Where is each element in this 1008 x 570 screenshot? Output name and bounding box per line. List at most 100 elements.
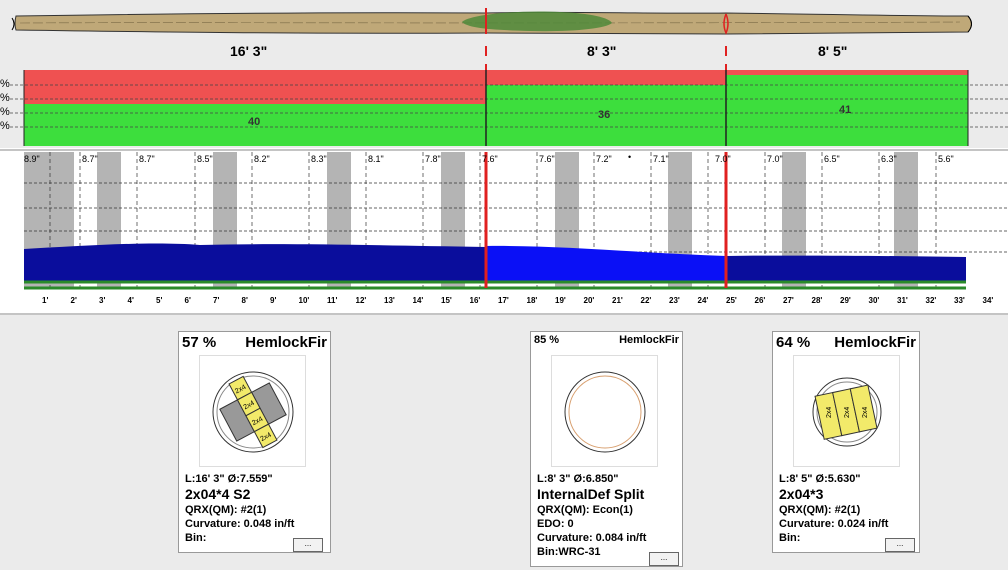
card-info: L:16' 3" Ø:7.559" 2x04*4 S2 QRX(QM): #2(… [185,472,294,545]
cut-diagram: 2x4 2x4 2x4 2x4 [199,355,306,467]
diameter-label-16: 6.3" [881,154,897,164]
foot-tick: 27' [783,296,794,305]
diameter-label-8: 7.8" [425,154,441,164]
bin: Bin: [779,532,801,544]
grade-value-3: 41 [839,104,852,116]
product-card-2[interactable]: 85 % HemlockFir L:8' 3" Ø:6.850" Interna… [530,331,683,567]
card-header: 57 % HemlockFir [182,334,327,351]
diameter-label-3: 8.7" [139,154,155,164]
foot-tick: 24' [697,296,709,305]
diameter-label-4: 8.5" [197,154,213,164]
length-diameter: L:8' 3" Ø:6.850" [537,473,619,485]
bin: Bin:WRC-31 [537,546,601,558]
diameter-label-5: 8.2" [254,154,270,164]
foot-tick: 6' [184,296,191,305]
foot-tick: 31' [897,296,908,305]
card-info: L:8' 5" Ø:5.630" 2x04*3 QRX(QM): #2(1) C… [779,472,888,545]
board-label: 2x4 [826,407,833,418]
curvature: Curvature: 0.048 in/ft [185,518,295,530]
diameter-label-14: 7.0" [767,154,783,164]
foot-tick: 33' [954,296,965,305]
foot-tick: 7' [213,296,220,305]
foot-tick: 8' [241,296,248,305]
diameter-label-15: 6.5" [824,154,840,164]
edo: EDO: 0 [537,518,574,530]
bin-browse-button[interactable]: ... [885,538,915,552]
grade-value-1: 40 [248,116,261,128]
foot-tick: 12' [355,296,367,305]
foot-tick: 1' [42,296,49,305]
board-label: 2x4 [862,407,869,418]
species: HemlockFir [834,334,916,351]
foot-tick: 21' [612,296,623,305]
length-diameter: L:8' 5" Ø:5.630" [779,473,861,485]
bin: Bin: [185,532,207,544]
curvature: Curvature: 0.024 in/ft [779,518,889,530]
bin-browse-button[interactable]: ... [293,538,323,552]
diameter-label-7: 8.1" [368,154,384,164]
foot-tick: 11' [327,296,338,305]
product-card-3[interactable]: 64 % HemlockFir 2x4 2x4 2x4 L:8' 5" Ø:5.… [772,331,920,553]
foot-tick: 10' [298,296,310,305]
foot-tick: 34' [982,296,994,305]
cut-pattern-graphic: 2x4 2x4 2x4 2x4 [212,371,294,453]
product-card-1[interactable]: 57 % HemlockFir 2x4 2x4 2x4 2x4 L:16' 3"… [178,331,331,553]
foot-tick: 13' [384,296,395,305]
diameter-label-9: 7.6" [482,154,498,164]
foot-tick: 32' [925,296,937,305]
diameter-label-17: 5.6" [938,154,954,164]
diameter-label-11: 7.2" [596,154,612,164]
product-name: InternalDef Split [537,486,645,502]
log-view [0,0,1008,42]
foot-tick: 4' [127,296,134,305]
foot-scale: 1' 2' 3' 4' 5' 6' 7' 8' 9' 10' 11' 12' 13' 14' 15' 16' 1… [0,296,1008,310]
profile-chart [0,149,1008,315]
cut-pattern-graphic: 2x4 2x4 2x4 [812,377,882,447]
foot-tick: 15' [441,296,452,305]
species: HemlockFir [245,334,327,351]
foot-tick: 5' [156,296,163,305]
log-shape [11,8,972,35]
curvature: Curvature: 0.084 in/ft [537,532,647,544]
diameter-label-2: 8.7" [82,154,98,164]
foot-tick: 16' [469,296,481,305]
foot-tick: 29' [840,296,851,305]
foot-tick: 28' [811,296,823,305]
foot-tick: 30' [868,296,880,305]
grade-chart [10,70,1008,146]
foot-tick: 9' [270,296,277,305]
foot-tick: 14' [412,296,424,305]
bin-browse-button[interactable]: ... [649,552,679,566]
length-diameter: L:16' 3" Ø:7.559" [185,473,273,485]
card-info: L:8' 3" Ø:6.850" InternalDef Split QRX(Q… [537,472,646,559]
cut-diagram: 2x4 2x4 2x4 [793,355,900,467]
foot-tick: 3' [99,296,106,305]
yield-percent: 85 % [534,334,560,346]
foot-tick: 20' [583,296,595,305]
grade-strip: % % % % 40 36 41 [0,70,1008,146]
diameter-label-10: 7.6" [539,154,555,164]
qrx-grade: QRX(QM): Econ(1) [537,504,633,516]
qrx-grade: QRX(QM): #2(1) [779,504,861,516]
product-name: 2x04*3 [779,486,824,502]
grade-value-2: 36 [598,109,611,121]
diameter-label-1: 8.9" [24,154,40,164]
diameter-label-6: 8.3" [311,154,327,164]
species: HemlockFir [619,334,679,346]
card-header: 64 % HemlockFir [776,334,916,351]
cut-diagram [551,355,658,467]
foot-tick: 18' [526,296,538,305]
cut-pattern-graphic [564,371,646,453]
cut-markers [485,46,727,70]
foot-tick: 23' [669,296,680,305]
qrx-grade: QRX(QM): #2(1) [185,504,267,516]
diameter-label-12: 7.1" [653,154,669,164]
foot-tick: 25' [726,296,737,305]
foot-tick: 22' [640,296,652,305]
foot-tick: 19' [555,296,566,305]
diameter-strip: 8.9" 8.7" 8.7" 8.5" 8.2" 8.3" 8.1" 7.8" … [0,148,1008,315]
yield-percent: 64 % [776,334,811,351]
diameter-label-13: 7.0" [715,154,731,164]
foot-tick: 26' [754,296,766,305]
yield-percent: 57 % [182,334,217,351]
